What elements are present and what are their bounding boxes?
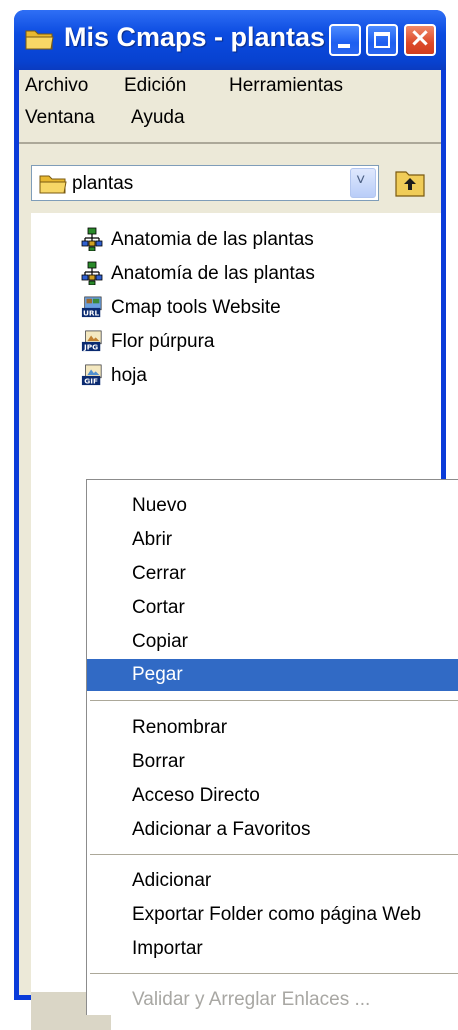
folder-selector[interactable]: plantas ˅	[31, 165, 379, 201]
menu-divider	[90, 854, 458, 855]
menu-item-nuevo[interactable]: Nuevo	[87, 490, 458, 522]
cmap-icon	[81, 261, 103, 285]
close-icon: ×	[409, 23, 431, 53]
menu-item-validar-enlaces: Validar y Arreglar Enlaces ...	[132, 989, 371, 1010]
menu-item-importar[interactable]: Importar	[87, 933, 458, 965]
folder-icon	[25, 30, 54, 50]
menu-item-adicionar[interactable]: Adicionar	[87, 865, 458, 897]
menu-divider	[19, 142, 441, 144]
tree-item[interactable]: GIF hoja	[31, 359, 431, 393]
menu-ventana[interactable]: Ventana	[25, 107, 95, 129]
menu-divider	[90, 973, 458, 974]
context-menu: Nuevo Abrir Cerrar Cortar Copiar Pegar R…	[86, 479, 458, 1015]
gif-icon: GIF	[81, 364, 102, 386]
menu-item-cortar[interactable]: Cortar	[87, 592, 458, 624]
menu-divider	[90, 700, 458, 701]
folder-up-icon[interactable]	[395, 169, 425, 197]
svg-text:URL: URL	[83, 309, 100, 318]
title-bar[interactable]: Mis Cmaps - plantas ×	[14, 10, 446, 70]
chevron-down-icon: ˅	[356, 172, 366, 189]
tree-item-label: Anatomia de las plantas	[111, 229, 314, 250]
menu-item-adicionar-favoritos[interactable]: Adicionar a Favoritos	[87, 814, 458, 846]
menu-item-acceso-directo[interactable]: Acceso Directo	[87, 780, 458, 812]
svg-text:JPG: JPG	[83, 343, 98, 352]
url-icon: URL	[81, 296, 102, 318]
svg-text:GIF: GIF	[84, 377, 98, 386]
tree-item[interactable]: Anatomía de las plantas	[31, 257, 431, 291]
jpg-icon: JPG	[81, 330, 102, 352]
window-title: Mis Cmaps - plantas	[64, 22, 326, 52]
menu-bar: Archivo Edición Herramientas Ventana Ayu…	[19, 70, 441, 140]
menu-ayuda[interactable]: Ayuda	[131, 107, 185, 129]
tree-item-label: Anatomía de las plantas	[111, 263, 315, 284]
folder-icon	[39, 175, 67, 194]
maximize-icon	[374, 32, 390, 48]
tree-item[interactable]: Anatomia de las plantas	[31, 223, 431, 257]
menu-herramientas[interactable]: Herramientas	[229, 75, 343, 97]
menu-item-abrir[interactable]: Abrir	[87, 524, 458, 556]
minimize-button[interactable]	[329, 24, 361, 56]
close-button[interactable]: ×	[404, 23, 436, 56]
menu-item-copiar[interactable]: Copiar	[87, 626, 458, 658]
tree-item-label: Cmap tools Website	[111, 297, 281, 318]
menu-edicion[interactable]: Edición	[124, 75, 186, 97]
tree-item[interactable]: URL Cmap tools Website	[31, 291, 431, 325]
menu-item-borrar[interactable]: Borrar	[87, 746, 458, 778]
folder-selector-value: plantas	[72, 173, 134, 194]
tree-item-label: Flor púrpura	[111, 331, 215, 352]
tree-item-label: hoja	[111, 365, 147, 386]
menu-item-cerrar[interactable]: Cerrar	[87, 558, 458, 590]
dropdown-button[interactable]: ˅	[350, 168, 376, 198]
minimize-icon	[338, 44, 350, 48]
maximize-button[interactable]	[366, 24, 398, 56]
cmap-icon	[81, 227, 103, 251]
menu-item-pegar[interactable]: Pegar	[87, 659, 458, 691]
menu-item-exportar-folder[interactable]: Exportar Folder como página Web	[87, 899, 458, 931]
menu-item-renombrar[interactable]: Renombrar	[87, 712, 458, 744]
tree-item[interactable]: JPG Flor púrpura	[31, 325, 431, 359]
menu-archivo[interactable]: Archivo	[25, 75, 88, 97]
